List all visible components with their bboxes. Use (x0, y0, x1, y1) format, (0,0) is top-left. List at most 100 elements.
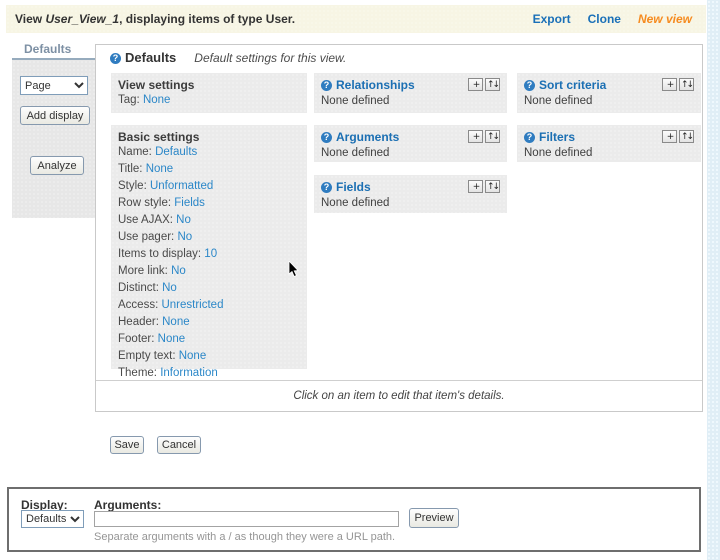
access-value-link[interactable]: Unrestricted (161, 299, 223, 311)
header-links: Export Clone New view (533, 12, 692, 26)
help-icon[interactable]: ? (321, 80, 332, 91)
setting-row: Style: Unformatted (118, 178, 300, 195)
export-link[interactable]: Export (533, 12, 571, 26)
use-pager-value-link[interactable]: No (177, 231, 192, 243)
rearrange-relationships-icon[interactable]: ↑↓ (485, 78, 500, 91)
tab-defaults[interactable]: Defaults (12, 42, 95, 58)
row-style-value-link[interactable]: Fields (174, 197, 205, 209)
setting-row: Footer: None (118, 331, 300, 348)
relationships-box: ? Relationships + ↑↓ None defined (314, 73, 507, 113)
setting-row: Access: Unrestricted (118, 297, 300, 314)
theme-value-link[interactable]: Information (160, 367, 218, 379)
relationships-empty: None defined (321, 95, 390, 107)
setting-row: Empty text: None (118, 348, 300, 365)
arguments-label: Arguments: (94, 498, 162, 512)
filters-title-link[interactable]: Filters (539, 130, 575, 144)
preview-button[interactable]: Preview (409, 508, 459, 528)
setting-row: Tag: None (118, 92, 300, 109)
title-prefix: View (15, 12, 46, 26)
add-argument-button[interactable]: + (468, 130, 483, 143)
page-title: View User_View_1, displaying items of ty… (15, 12, 295, 26)
setting-label: Name: (118, 146, 152, 158)
setting-row: Use pager: No (118, 229, 300, 246)
setting-label: Header: (118, 316, 159, 328)
rearrange-filters-icon[interactable]: ↑↓ (679, 130, 694, 143)
help-icon[interactable]: ? (110, 53, 121, 64)
sort-criteria-title-link[interactable]: Sort criteria (539, 78, 606, 92)
header-value-link[interactable]: None (162, 316, 190, 328)
filters-box: ? Filters + ↑↓ None defined (517, 125, 701, 162)
view-title-bar: View User_View_1, displaying items of ty… (6, 5, 706, 33)
footer-value-link[interactable]: None (158, 333, 186, 345)
arguments-empty: None defined (321, 147, 390, 159)
items-to-display-value-link[interactable]: 10 (204, 248, 217, 260)
setting-label: Title: (118, 163, 143, 175)
live-preview-panel: Display: Defaults Arguments: Preview Sep… (7, 487, 701, 552)
add-filter-button[interactable]: + (662, 130, 677, 143)
setting-row: More link: No (118, 263, 300, 280)
panel-heading-note: Default settings for this view. (194, 51, 347, 65)
basic-settings-box: Basic settings Name: Defaults Title: Non… (111, 125, 307, 379)
arguments-help-text: Separate arguments with a / as though th… (94, 531, 396, 543)
empty-text-value-link[interactable]: None (179, 350, 207, 362)
add-relationship-button[interactable]: + (468, 78, 483, 91)
setting-row: Use AJAX: No (118, 212, 300, 229)
setting-label: Row style: (118, 197, 172, 209)
save-button[interactable]: Save (110, 436, 144, 454)
help-icon[interactable]: ? (524, 80, 535, 91)
title-value-link[interactable]: None (146, 163, 174, 175)
views-edit-page: View User_View_1, displaying items of ty… (0, 0, 720, 560)
add-display-button[interactable]: Add display (20, 106, 90, 125)
add-sort-button[interactable]: + (662, 78, 677, 91)
cancel-button[interactable]: Cancel (157, 436, 201, 454)
setting-label: More link: (118, 265, 168, 277)
setting-label: Style: (118, 180, 147, 192)
panel-heading: ? Defaults Default settings for this view. (110, 50, 346, 65)
setting-row: Title: None (118, 161, 300, 178)
analyze-button[interactable]: Analyze (30, 156, 84, 175)
filters-empty: None defined (524, 147, 593, 159)
setting-label: Empty text: (118, 350, 176, 362)
rearrange-sorts-icon[interactable]: ↑↓ (679, 78, 694, 91)
view-settings-box: View settings Tag: None (111, 73, 307, 113)
rearrange-fields-icon[interactable]: ↑↓ (485, 180, 500, 193)
preview-display-select[interactable]: Defaults (21, 510, 84, 528)
help-icon[interactable]: ? (321, 132, 332, 143)
add-field-button[interactable]: + (468, 180, 483, 193)
use-ajax-value-link[interactable]: No (176, 214, 191, 226)
rearrange-arguments-icon[interactable]: ↑↓ (485, 130, 500, 143)
name-value-link[interactable]: Defaults (155, 146, 197, 158)
distinct-value-link[interactable]: No (162, 282, 177, 294)
setting-label: Use pager: (118, 231, 175, 243)
arguments-input[interactable] (94, 511, 399, 527)
setting-label: Items to display: (118, 248, 202, 260)
edit-hint: Click on an item to edit that item's det… (96, 380, 702, 411)
display-type-select[interactable]: Page (20, 76, 88, 95)
setting-row: Name: Defaults (118, 144, 300, 161)
edit-panel: ? Defaults Default settings for this view.… (95, 44, 703, 412)
view-name: User_View_1 (45, 12, 120, 26)
tag-value-link[interactable]: None (143, 94, 171, 106)
relationships-title-link[interactable]: Relationships (336, 78, 415, 92)
sort-criteria-box: ? Sort criteria + ↑↓ None defined (517, 73, 701, 113)
help-icon[interactable]: ? (524, 132, 535, 143)
mouse-cursor-icon (288, 261, 299, 278)
clone-link[interactable]: Clone (588, 12, 621, 26)
setting-label: Distinct: (118, 282, 159, 294)
basic-settings-title: Basic settings (118, 130, 200, 144)
fields-empty: None defined (321, 197, 390, 209)
more-link-value-link[interactable]: No (171, 265, 186, 277)
panel-heading-title: Defaults (125, 50, 177, 65)
sort-criteria-empty: None defined (524, 95, 593, 107)
setting-label: Theme: (118, 367, 157, 379)
arguments-box: ? Arguments + ↑↓ None defined (314, 125, 507, 162)
view-settings-title: View settings (118, 78, 195, 92)
fields-box: ? Fields + ↑↓ None defined (314, 175, 507, 213)
arguments-title-link[interactable]: Arguments (336, 130, 399, 144)
setting-label: Footer: (118, 333, 155, 345)
new-view-link[interactable]: New view (638, 12, 692, 26)
setting-row: Row style: Fields (118, 195, 300, 212)
fields-title-link[interactable]: Fields (336, 180, 371, 194)
style-value-link[interactable]: Unformatted (150, 180, 213, 192)
help-icon[interactable]: ? (321, 182, 332, 193)
